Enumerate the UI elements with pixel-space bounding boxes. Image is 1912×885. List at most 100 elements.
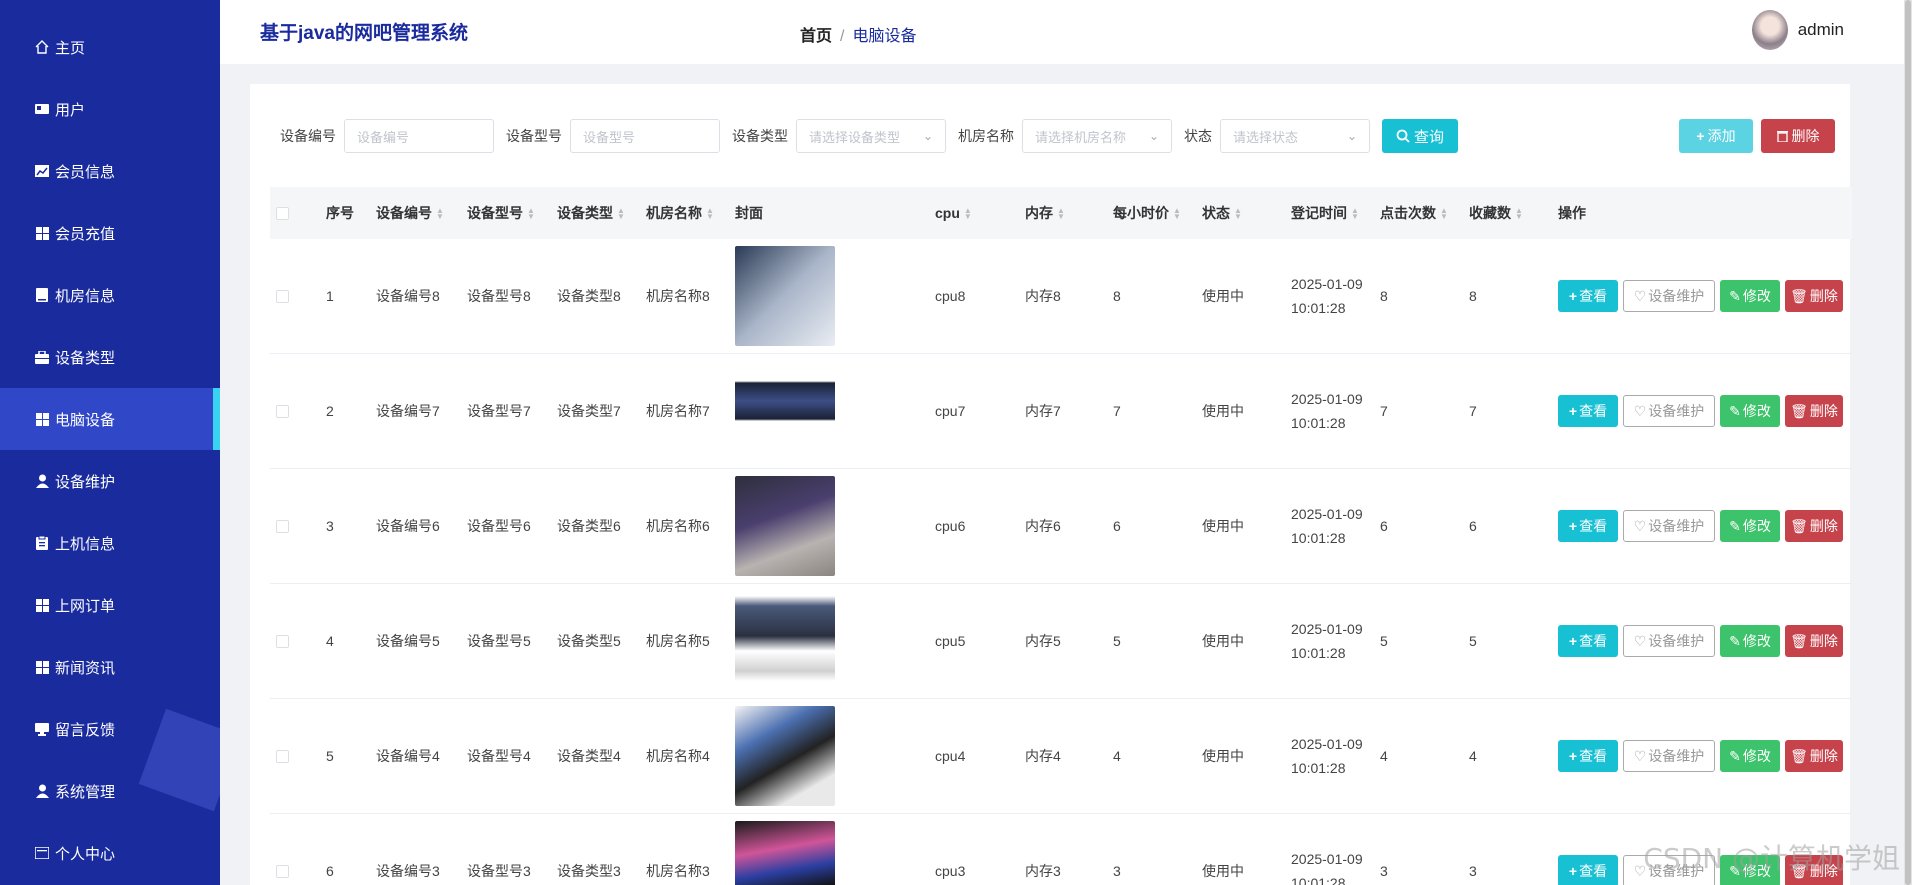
col-room[interactable]: 机房名称 ▲ ▼	[646, 203, 714, 223]
sidebar-item-profile[interactable]: 个人中心	[0, 822, 220, 884]
row-checkbox[interactable]	[276, 404, 289, 418]
sidebar-item-orders[interactable]: 上网订单	[0, 574, 220, 636]
sort-icon[interactable]: ▲ ▼	[436, 207, 444, 221]
col-cpu[interactable]: cpu ▲ ▼	[935, 205, 972, 221]
sidebar-item-member-recharge[interactable]: 会员充值	[0, 202, 220, 264]
col-code[interactable]: 设备编号 ▲ ▼	[376, 203, 444, 223]
row-checkbox[interactable]	[276, 634, 289, 648]
view-button[interactable]: + 查看	[1558, 855, 1618, 885]
edit-button[interactable]: ✎ 修改	[1720, 625, 1780, 657]
user-menu[interactable]: admin	[1751, 10, 1844, 50]
sort-icon[interactable]: ▲ ▼	[964, 207, 972, 221]
view-button[interactable]: + 查看	[1558, 395, 1618, 427]
status-select[interactable]: 请选择状态 ⌄	[1220, 119, 1370, 153]
edit-button[interactable]: ✎ 修改	[1720, 395, 1780, 427]
sort-icon[interactable]: ▲ ▼	[617, 207, 625, 221]
cover-image[interactable]	[735, 246, 835, 346]
view-button[interactable]: + 查看	[1558, 625, 1618, 657]
top-header: 基于java的网吧管理系统 首页 / 电脑设备 admin	[220, 0, 1912, 64]
delete-button[interactable]: 🗑 删除	[1785, 625, 1843, 657]
view-button[interactable]: + 查看	[1558, 740, 1618, 772]
search-button-label: 查询	[1413, 128, 1444, 146]
delete-button[interactable]: 🗑 删除	[1785, 510, 1843, 542]
sidebar-item-device-type[interactable]: 设备类型	[0, 326, 220, 388]
row-cpu: cpu3	[935, 863, 966, 879]
col-model[interactable]: 设备型号 ▲ ▼	[467, 203, 535, 223]
col-favs[interactable]: 收藏数 ▲ ▼	[1469, 203, 1523, 223]
view-button[interactable]: + 查看	[1558, 280, 1618, 312]
col-clicks[interactable]: 点击次数 ▲ ▼	[1380, 203, 1448, 223]
row-type: 设备类型7	[557, 403, 621, 419]
sidebar-item-news[interactable]: 新闻资讯	[0, 636, 220, 698]
edit-button[interactable]: ✎ 修改	[1720, 280, 1780, 312]
cover-image[interactable]	[735, 706, 835, 806]
sort-icon[interactable]: ▲ ▼	[706, 207, 714, 221]
grid-icon	[33, 596, 51, 614]
sidebar-item-label: 个人中心	[55, 845, 116, 863]
sidebar-item-member-info[interactable]: 会员信息	[0, 140, 220, 202]
breadcrumb: 首页 / 电脑设备	[800, 22, 916, 46]
col-price[interactable]: 每小时价 ▲ ▼	[1113, 203, 1181, 223]
maintain-button[interactable]: ♡ 设备维护	[1623, 625, 1715, 657]
sort-icon[interactable]: ▲ ▼	[1057, 207, 1065, 221]
scrollbar-thumb[interactable]	[1905, 0, 1911, 885]
row-status: 使用中	[1202, 288, 1244, 304]
room-select[interactable]: 请选择机房名称 ⌄	[1022, 119, 1172, 153]
sort-icon[interactable]: ▲ ▼	[1351, 207, 1359, 221]
row-model: 设备型号6	[467, 518, 531, 534]
chevron-down-icon: ⌄	[1148, 129, 1159, 143]
sidebar-item-users[interactable]: 用户	[0, 78, 220, 140]
col-price-label: 每小时价	[1113, 205, 1169, 221]
col-status[interactable]: 状态 ▲ ▼	[1202, 203, 1242, 223]
breadcrumb-home[interactable]: 首页	[800, 28, 832, 45]
maintain-button[interactable]: ♡ 设备维护	[1623, 740, 1715, 772]
sidebar-item-session-info[interactable]: 上机信息	[0, 512, 220, 574]
row-checkbox[interactable]	[276, 519, 289, 533]
row-checkbox[interactable]	[276, 289, 289, 303]
delete-button[interactable]: 🗑 删除	[1785, 740, 1843, 772]
col-mem[interactable]: 内存 ▲ ▼	[1025, 203, 1065, 223]
device-model-input[interactable]: 设备型号	[570, 119, 720, 153]
cover-image[interactable]	[735, 821, 835, 885]
row-checkbox[interactable]	[276, 864, 289, 878]
row-mem: 内存4	[1025, 748, 1061, 764]
batch-delete-button[interactable]: 删除	[1761, 119, 1835, 153]
row-checkbox[interactable]	[276, 749, 289, 763]
add-button[interactable]: + 添加	[1679, 119, 1753, 153]
chevron-down-icon: ⌄	[922, 129, 933, 143]
device-type-select[interactable]: 请选择设备类型 ⌄	[796, 119, 946, 153]
row-date: 2025-01-09	[1291, 506, 1363, 522]
sort-icon[interactable]: ▲ ▼	[1515, 207, 1523, 221]
delete-button[interactable]: 🗑 删除	[1785, 280, 1843, 312]
row-register-time: 2025-01-09 10:01:28	[1291, 732, 1363, 780]
row-status: 使用中	[1202, 403, 1244, 419]
vertical-scrollbar[interactable]	[1904, 0, 1912, 885]
edit-button[interactable]: ✎ 修改	[1720, 510, 1780, 542]
sort-icon[interactable]: ▲ ▼	[1440, 207, 1448, 221]
sidebar-item-home[interactable]: 主页	[0, 16, 220, 78]
cover-image[interactable]	[735, 361, 835, 461]
row-cpu: cpu8	[935, 288, 966, 304]
search-button[interactable]: 查询	[1382, 119, 1458, 153]
delete-button[interactable]: 🗑 删除	[1785, 395, 1843, 427]
maintain-button[interactable]: ♡ 设备维护	[1623, 510, 1715, 542]
sidebar-item-computer-device[interactable]: 电脑设备	[0, 388, 220, 450]
maintain-label: 设备维护	[1648, 288, 1705, 304]
maintain-button[interactable]: ♡ 设备维护	[1623, 280, 1715, 312]
select-all-checkbox[interactable]	[276, 206, 289, 220]
sort-icon[interactable]: ▲ ▼	[1234, 207, 1242, 221]
device-no-input[interactable]: 设备编号	[344, 119, 494, 153]
cover-image[interactable]	[735, 476, 835, 576]
sidebar-item-device-maintenance[interactable]: 设备维护	[0, 450, 220, 512]
col-date[interactable]: 登记时间 ▲ ▼	[1291, 203, 1359, 223]
cover-image[interactable]	[735, 591, 835, 691]
sort-icon[interactable]: ▲ ▼	[1173, 207, 1181, 221]
col-type[interactable]: 设备类型 ▲ ▼	[557, 203, 625, 223]
sidebar-item-label: 上机信息	[55, 535, 116, 553]
maintain-button[interactable]: ♡ 设备维护	[1623, 395, 1715, 427]
sidebar-item-room-info[interactable]: 机房信息	[0, 264, 220, 326]
grid-icon	[33, 658, 51, 676]
view-button[interactable]: + 查看	[1558, 510, 1618, 542]
sort-icon[interactable]: ▲ ▼	[527, 207, 535, 221]
edit-button[interactable]: ✎ 修改	[1720, 740, 1780, 772]
